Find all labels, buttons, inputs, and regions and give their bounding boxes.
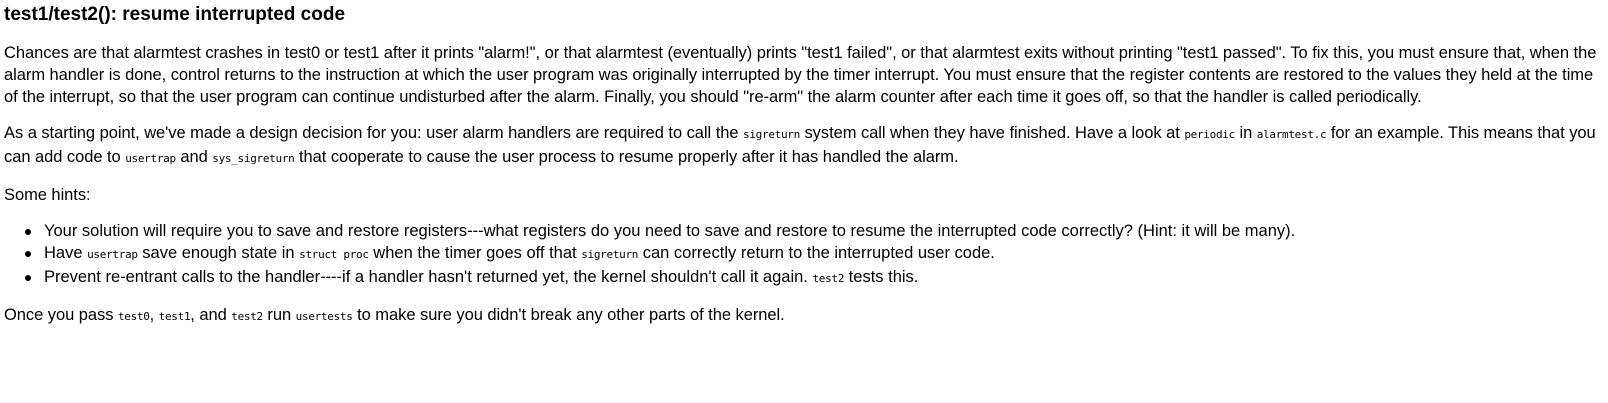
bullet-icon — [25, 229, 31, 235]
code-periodic: periodic — [1184, 128, 1235, 141]
text: Once you pass — [4, 306, 118, 324]
code-usertests: usertests — [295, 310, 353, 323]
hints-list: Your solution will require you to save a… — [4, 220, 1604, 290]
code-usertrap: usertrap — [87, 248, 138, 261]
paragraph-conclusion: Once you pass test0, test1, and test2 ru… — [4, 304, 1604, 328]
list-item-hint-2: Have usertrap save enough state in struc… — [25, 242, 1604, 266]
paragraph-hints-intro: Some hints: — [4, 186, 91, 204]
code-test2: test2 — [231, 310, 263, 323]
code-struct-proc: struct proc — [299, 248, 369, 261]
paragraph-design-decision: As a starting point, we've made a design… — [4, 122, 1604, 170]
code-usertrap: usertrap — [125, 152, 176, 165]
list-item-hint-1: Your solution will require you to save a… — [25, 220, 1604, 242]
text: , — [149, 306, 159, 324]
hint-text: Your solution will require you to save a… — [44, 222, 1296, 240]
text: As a starting point, we've made a design… — [4, 124, 744, 142]
text: can correctly return to the interrupted … — [638, 244, 995, 262]
text: system call when they have finished. Hav… — [799, 124, 1185, 142]
text: when the timer goes off that — [368, 244, 582, 262]
code-sigreturn: sigreturn — [581, 248, 639, 261]
code-sys-sigreturn: sys_sigreturn — [212, 152, 295, 165]
bullet-icon — [25, 275, 31, 281]
code-test2: test2 — [812, 272, 845, 285]
text: in — [1234, 124, 1257, 142]
document-page: test1/test2(): resume interrupted code C… — [0, 3, 1608, 328]
code-test0: test0 — [117, 310, 150, 323]
list-item-hint-3: Prevent re-entrant calls to the handler-… — [25, 266, 1604, 290]
text: run — [262, 306, 296, 324]
code-test1: test1 — [158, 310, 191, 323]
text: that cooperate to cause the user process… — [294, 148, 959, 166]
section-heading: test1/test2(): resume interrupted code — [4, 4, 346, 25]
text: to make sure you didn't break any other … — [352, 306, 785, 324]
text: save enough state in — [137, 244, 300, 262]
text: tests this. — [844, 268, 919, 286]
code-sigreturn: sigreturn — [743, 128, 800, 141]
bullet-icon — [25, 251, 31, 257]
text: Prevent re-entrant calls to the handler-… — [44, 268, 813, 286]
text: , and — [190, 306, 232, 324]
text: Have — [44, 244, 88, 262]
text: and — [175, 148, 213, 166]
paragraph-problem-description: Chances are that alarmtest crashes in te… — [4, 44, 1597, 106]
code-alarmtest-c: alarmtest.c — [1256, 128, 1327, 141]
